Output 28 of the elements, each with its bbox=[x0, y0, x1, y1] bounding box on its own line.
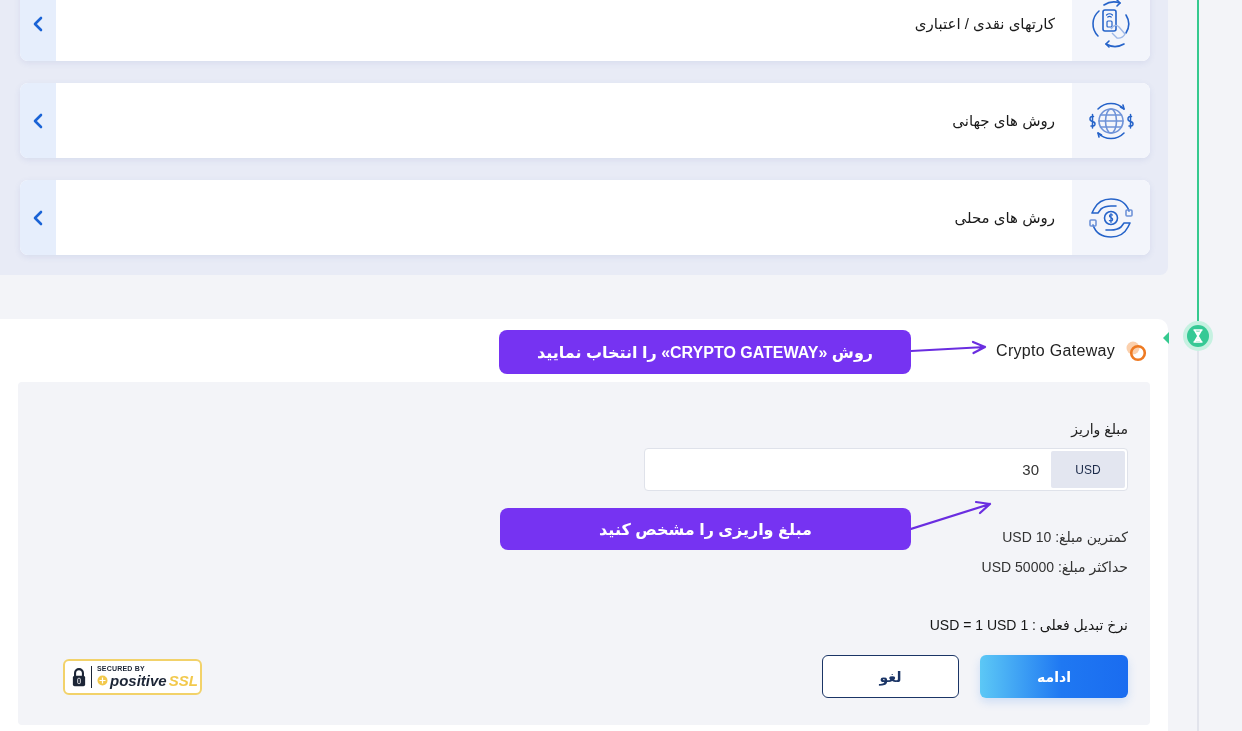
payment-method-card[interactable]: روش های جهانی bbox=[20, 83, 1150, 158]
continue-button[interactable]: ادامه bbox=[980, 655, 1128, 698]
expand-button[interactable] bbox=[20, 0, 56, 61]
amount-limit-text: کمترین مبلغ: 10 USD bbox=[1002, 528, 1128, 547]
plus-circle-icon bbox=[97, 675, 108, 686]
step-pointer-icon bbox=[1163, 332, 1169, 344]
coins-icon bbox=[1125, 339, 1147, 362]
currency-addon: USD bbox=[1051, 451, 1125, 488]
field-label: مبلغ واریز bbox=[1071, 420, 1128, 439]
seal-brand-suffix: SSL bbox=[168, 673, 198, 688]
annotation-callout: مبلغ واریزی را مشخص کنید bbox=[500, 508, 911, 550]
chevron-left-icon bbox=[33, 112, 43, 129]
padlock-icon bbox=[72, 666, 86, 687]
seal-brand-name: positive bbox=[110, 673, 167, 688]
chevron-left-icon bbox=[33, 209, 43, 226]
payment-method-card[interactable]: روش های محلی bbox=[20, 180, 1150, 255]
expand-button[interactable] bbox=[20, 83, 56, 158]
payment-method-title: کارتهای نقدی / اعتباری bbox=[914, 14, 1055, 33]
cancel-button[interactable]: لغو bbox=[822, 655, 959, 698]
expand-button[interactable] bbox=[20, 180, 56, 255]
annotation-callout: روش «CRYPTO GATEWAY» را انتخاب نمایید bbox=[499, 330, 911, 374]
amount-limit-text: حداکثر مبلغ: 50000 USD bbox=[981, 558, 1128, 577]
gateway-title: Crypto Gateway bbox=[996, 341, 1115, 360]
payment-method-card[interactable]: کارتهای نقدی / اعتباری bbox=[20, 0, 1150, 61]
payment-method-title: روش های محلی bbox=[954, 208, 1055, 227]
exchange-rate-text: نرخ تبدیل فعلی : 1 USD = 1 USD bbox=[929, 616, 1128, 635]
chevron-left-icon bbox=[33, 15, 43, 32]
payment-method-title: روش های جهانی bbox=[952, 111, 1055, 130]
